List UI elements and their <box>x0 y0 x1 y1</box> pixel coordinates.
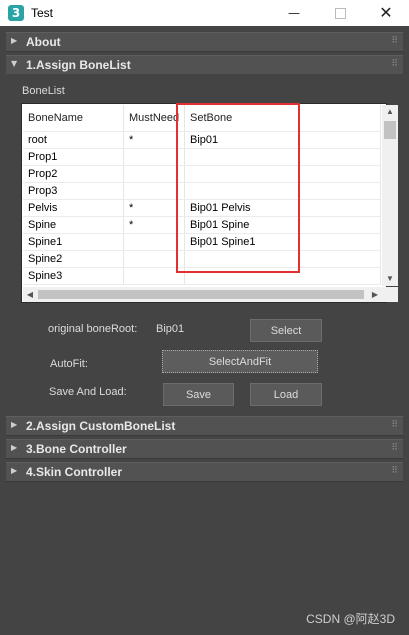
save-load-label: Save And Load: <box>49 386 127 398</box>
load-button[interactable]: Load <box>250 383 322 406</box>
cell-setbone[interactable] <box>184 182 381 200</box>
grip-icon[interactable]: ⠿ <box>391 466 398 476</box>
grip-icon[interactable]: ⠿ <box>391 59 398 69</box>
vertical-scroll-thumb[interactable] <box>384 121 396 139</box>
column-header-mustneed[interactable]: MustNeed <box>123 105 185 132</box>
cell-bonename[interactable]: Prop2 <box>23 165 124 183</box>
bonelist-label: BoneList <box>22 85 65 97</box>
table-row[interactable]: Prop3 <box>23 182 381 200</box>
save-button[interactable]: Save <box>163 383 234 406</box>
cell-setbone[interactable] <box>184 165 381 183</box>
bone-root-value: Bip01 <box>156 323 185 335</box>
cell-mustneed[interactable] <box>123 182 185 200</box>
app-icon: 3 <box>8 5 24 21</box>
minimize-button[interactable]: — <box>271 0 317 26</box>
cell-bonename[interactable]: root <box>23 131 124 149</box>
rollout-title: 4.Skin Controller <box>26 465 123 479</box>
table-row[interactable]: Spine2 <box>23 250 381 268</box>
column-header-bonename[interactable]: BoneName <box>23 105 124 132</box>
cell-bonename[interactable]: Spine3 <box>23 267 124 285</box>
scroll-left-arrow-icon[interactable]: ◀ <box>23 287 37 302</box>
close-button[interactable]: ✕ <box>363 0 409 26</box>
table-row[interactable]: Prop1 <box>23 148 381 166</box>
cell-bonename[interactable]: Spine <box>23 216 124 234</box>
rollout-assign-bonelist[interactable]: ▼ 1.Assign BoneList ⠿ <box>6 55 403 75</box>
cell-mustneed[interactable] <box>123 250 185 268</box>
cell-mustneed[interactable]: * <box>123 199 185 217</box>
expanded-arrow-icon: ▼ <box>11 59 18 68</box>
collapsed-arrow-icon: ▶ <box>11 443 18 452</box>
table-row[interactable]: Prop2 <box>23 165 381 183</box>
collapsed-arrow-icon: ▶ <box>11 36 18 45</box>
table-row[interactable]: Pelvis * Bip01 Pelvis <box>23 199 381 217</box>
collapsed-arrow-icon: ▶ <box>11 466 18 475</box>
rollout-about[interactable]: ▶ About ⠿ <box>6 32 403 52</box>
cell-mustneed[interactable]: * <box>123 216 185 234</box>
cell-mustneed[interactable] <box>123 267 185 285</box>
cell-setbone[interactable] <box>184 267 381 285</box>
collapsed-arrow-icon: ▶ <box>11 420 18 429</box>
window-title: Test <box>31 6 54 20</box>
table-header-row: BoneName MustNeed SetBone <box>23 105 381 132</box>
cell-mustneed[interactable] <box>123 165 185 183</box>
window-titlebar: 3 Test — ✕ <box>0 0 409 26</box>
maximize-button[interactable] <box>317 0 363 26</box>
bonelist-table-area: BoneName MustNeed SetBone root * Bip01 Pro… <box>23 105 381 287</box>
rollout-title: 2.Assign CustomBoneList <box>26 419 176 433</box>
rollout-assign-custombonelist[interactable]: ▶ 2.Assign CustomBoneList ⠿ <box>6 416 403 436</box>
grip-icon[interactable]: ⠿ <box>391 443 398 453</box>
cell-mustneed[interactable]: * <box>123 131 185 149</box>
column-header-setbone[interactable]: SetBone <box>184 105 381 132</box>
watermark: CSDN @阿赵3D <box>306 612 395 626</box>
rollout-bone-controller[interactable]: ▶ 3.Bone Controller ⠿ <box>6 439 403 459</box>
scrollbar-corner <box>382 287 398 302</box>
cell-setbone[interactable]: Bip01 Spine1 <box>184 233 381 251</box>
vertical-scrollbar[interactable]: ▲ ▼ <box>382 105 398 286</box>
bonelist-table: BoneName MustNeed SetBone root * Bip01 Pro… <box>23 105 381 285</box>
cell-setbone[interactable] <box>184 148 381 166</box>
cell-setbone[interactable]: Bip01 <box>184 131 381 149</box>
rollout-title: About <box>26 35 61 49</box>
rollout-title: 3.Bone Controller <box>26 442 127 456</box>
scroll-up-arrow-icon[interactable]: ▲ <box>382 105 398 119</box>
cell-bonename[interactable]: Spine1 <box>23 233 124 251</box>
cell-mustneed[interactable] <box>123 233 185 251</box>
cell-bonename[interactable]: Spine2 <box>23 250 124 268</box>
cell-bonename[interactable]: Prop3 <box>23 182 124 200</box>
autofit-label: AutoFit: <box>50 358 88 370</box>
maximize-icon <box>334 8 346 19</box>
bonelist-grid[interactable]: BoneName MustNeed SetBone root * Bip01 Pro… <box>21 103 398 303</box>
cell-setbone[interactable] <box>184 250 381 268</box>
rollout-title: 1.Assign BoneList <box>26 58 131 72</box>
horizontal-scrollbar[interactable]: ◀ ▶ <box>23 287 382 302</box>
horizontal-scroll-thumb[interactable] <box>38 290 364 299</box>
table-row[interactable]: root * Bip01 <box>23 131 381 149</box>
grip-icon[interactable]: ⠿ <box>391 36 398 46</box>
cell-setbone[interactable]: Bip01 Pelvis <box>184 199 381 217</box>
scroll-right-arrow-icon[interactable]: ▶ <box>368 287 382 302</box>
cell-mustneed[interactable] <box>123 148 185 166</box>
table-row[interactable]: Spine1 Bip01 Spine1 <box>23 233 381 251</box>
select-button[interactable]: Select <box>250 319 322 342</box>
table-row[interactable]: Spine * Bip01 Spine <box>23 216 381 234</box>
select-and-fit-button[interactable]: SelectAndFit <box>162 350 318 373</box>
grip-icon[interactable]: ⠿ <box>391 420 398 430</box>
table-row[interactable]: Spine3 <box>23 267 381 285</box>
rollout-skin-controller[interactable]: ▶ 4.Skin Controller ⠿ <box>6 462 403 482</box>
bone-root-label: original boneRoot: <box>48 323 138 335</box>
scroll-down-arrow-icon[interactable]: ▼ <box>382 272 398 286</box>
cell-bonename[interactable]: Pelvis <box>23 199 124 217</box>
cell-bonename[interactable]: Prop1 <box>23 148 124 166</box>
cell-setbone[interactable]: Bip01 Spine <box>184 216 381 234</box>
